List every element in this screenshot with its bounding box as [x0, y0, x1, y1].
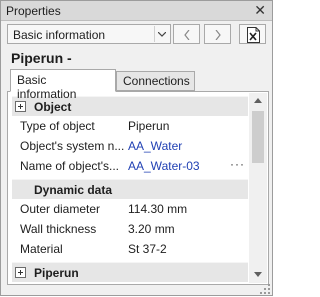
property-name: Type of object — [20, 119, 95, 133]
back-button[interactable] — [173, 24, 200, 44]
toolbar: Basic information — [1, 22, 272, 46]
property-name: Object's system n... — [20, 139, 124, 153]
category-combobox[interactable]: Basic information — [7, 24, 171, 44]
resize-grip-icon[interactable] — [260, 283, 270, 294]
tab-bar: Basic information Connections — [7, 69, 269, 101]
property-row[interactable]: Outer diameter 114.30 mm — [12, 199, 248, 219]
property-value: 114.30 mm — [128, 202, 188, 216]
more-options-icon[interactable]: ··· — [230, 157, 245, 171]
expand-icon[interactable] — [15, 267, 26, 278]
property-name: Name of object's... — [20, 159, 119, 173]
property-name: Outer diameter — [20, 202, 101, 216]
property-value: St 37-2 — [128, 242, 167, 256]
expand-icon[interactable] — [15, 101, 26, 112]
tab-basic-information[interactable]: Basic information — [10, 69, 116, 101]
property-row[interactable]: Type of object Piperun — [12, 116, 248, 136]
property-value-link[interactable]: AA_Water — [128, 139, 182, 153]
property-row[interactable]: Object's system n... AA_Water — [12, 136, 248, 156]
property-name: Wall thickness — [20, 222, 97, 236]
vertical-scrollbar[interactable] — [249, 93, 267, 283]
category-combobox-value: Basic information — [13, 28, 106, 42]
section-title: Dynamic data — [34, 183, 113, 197]
property-value-link[interactable]: AA_Water-03 — [128, 159, 200, 173]
forward-button[interactable] — [204, 24, 231, 44]
export-excel-button[interactable] — [239, 24, 266, 44]
section-dynamic-data: Dynamic data — [12, 179, 248, 199]
property-value: Piperun — [128, 119, 170, 133]
scroll-up-icon[interactable] — [249, 93, 267, 109]
title-bar: Properties ✕ — [1, 1, 272, 21]
object-title: Piperun - — [11, 50, 72, 66]
property-name: Material — [20, 242, 63, 256]
section-title: Object — [34, 100, 72, 114]
window-title: Properties — [6, 4, 61, 18]
property-row[interactable]: Name of object's... AA_Water-03 ··· — [12, 156, 248, 176]
properties-window: Properties ✕ Basic information Piperun -… — [0, 0, 273, 296]
property-grid: Object Type of object Piperun Object's s… — [7, 91, 269, 285]
section-title: Piperun — [34, 266, 79, 280]
property-rows: Object Type of object Piperun Object's s… — [12, 96, 248, 283]
close-icon[interactable]: ✕ — [254, 2, 266, 18]
section-piperun[interactable]: Piperun — [12, 262, 248, 282]
scrollbar-thumb[interactable] — [252, 111, 264, 163]
chevron-down-icon[interactable] — [154, 26, 168, 42]
property-row[interactable]: Material St 37-2 — [12, 239, 248, 259]
property-value: 3.20 mm — [128, 222, 175, 236]
scroll-down-icon[interactable] — [249, 267, 267, 283]
property-row[interactable]: Wall thickness 3.20 mm — [12, 219, 248, 239]
tab-connections[interactable]: Connections — [116, 71, 195, 91]
